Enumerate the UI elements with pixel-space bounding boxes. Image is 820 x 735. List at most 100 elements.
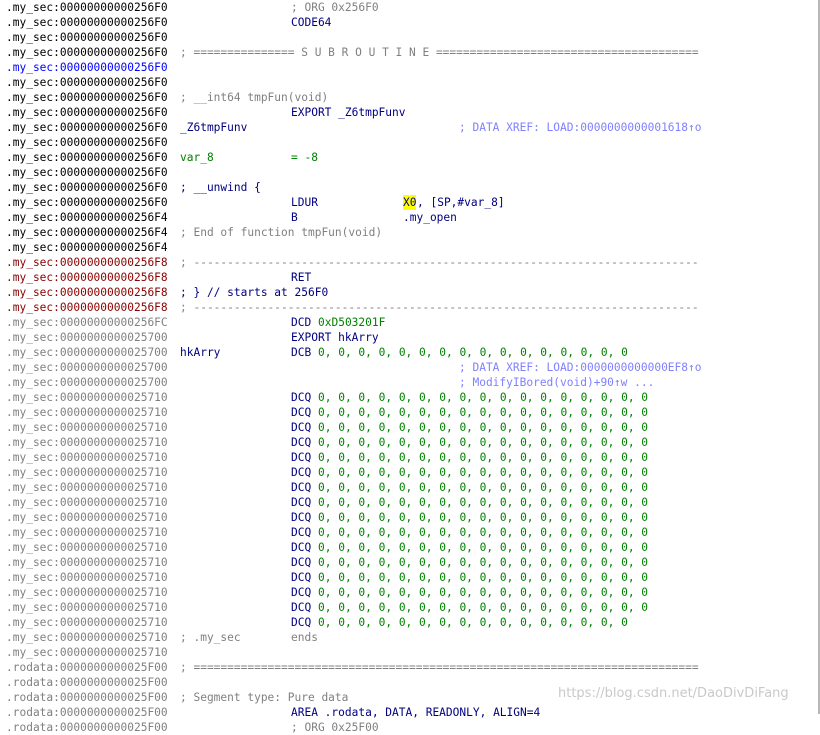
line-address[interactable]: .my_sec:0000000000025710 bbox=[6, 390, 168, 405]
line-address[interactable]: .my_sec:00000000000256F0 bbox=[6, 30, 168, 45]
listing-line[interactable]: .rodata:0000000000025F00 AREA .rodata, DA… bbox=[0, 705, 818, 720]
listing-line[interactable]: .my_sec:00000000000256F0 bbox=[0, 30, 818, 45]
line-token[interactable]: DCQ bbox=[291, 540, 318, 555]
listing-line[interactable]: .my_sec:00000000000256F0 LDUR X0, [SP,#var… bbox=[0, 195, 818, 210]
listing-line[interactable]: .my_sec:0000000000025710 bbox=[0, 645, 818, 660]
line-token[interactable]: DCQ bbox=[291, 405, 318, 420]
line-address[interactable]: .my_sec:0000000000025710 bbox=[6, 495, 168, 510]
line-token[interactable]: DCQ bbox=[291, 510, 318, 525]
line-token[interactable]: ; ModifyIBored(void)+90↑w ... bbox=[459, 375, 654, 390]
listing-line[interactable]: .my_sec:0000000000025710 DCQ 0, 0, 0, 0, … bbox=[0, 465, 818, 480]
listing-line[interactable]: .my_sec:0000000000025710 DCQ 0, 0, 0, 0, … bbox=[0, 450, 818, 465]
line-address[interactable]: .rodata:0000000000025F00 bbox=[6, 660, 168, 675]
line-address[interactable]: .my_sec:0000000000025710 bbox=[6, 645, 168, 660]
listing-line[interactable]: .my_sec:0000000000025710 DCQ 0, 0, 0, 0, … bbox=[0, 540, 818, 555]
line-token[interactable]: 0, 0, 0, 0, 0, 0, 0, 0, 0, 0, 0, 0, 0, 0… bbox=[318, 465, 648, 480]
line-token[interactable]: DCQ bbox=[291, 495, 318, 510]
line-token[interactable]: LDUR bbox=[291, 195, 318, 210]
line-address[interactable]: .my_sec:0000000000025710 bbox=[6, 405, 168, 420]
line-address[interactable]: .my_sec:00000000000256F0 bbox=[6, 180, 168, 195]
listing-line[interactable]: .my_sec:0000000000025710 DCQ 0, 0, 0, 0, … bbox=[0, 525, 818, 540]
line-token[interactable]: 0, 0, 0, 0, 0, 0, 0, 0, 0, 0, 0, 0, 0, 0… bbox=[318, 450, 648, 465]
line-token[interactable]: DCQ bbox=[291, 570, 318, 585]
line-token[interactable]: 0, 0, 0, 0, 0, 0, 0, 0, 0, 0, 0, 0, 0, 0… bbox=[318, 555, 648, 570]
line-token[interactable]: 0, 0, 0, 0, 0, 0, 0, 0, 0, 0, 0, 0, 0, 0… bbox=[318, 600, 648, 615]
line-address[interactable]: .rodata:0000000000025F00 bbox=[6, 675, 168, 690]
line-token[interactable]: 0, 0, 0, 0, 0, 0, 0, 0, 0, 0, 0, 0, 0, 0… bbox=[318, 390, 648, 405]
line-token[interactable]: 0, 0, 0, 0, 0, 0, 0, 0, 0, 0, 0, 0, 0, 0… bbox=[318, 525, 648, 540]
line-token[interactable]: B bbox=[291, 210, 298, 225]
line-address[interactable]: .my_sec:00000000000256F4 bbox=[6, 210, 168, 225]
line-token[interactable]: ; __int64 tmpFun(void) bbox=[180, 90, 328, 105]
listing-line[interactable]: .my_sec:00000000000256FC DCD 0xD503201F bbox=[0, 315, 818, 330]
listing-line[interactable]: .my_sec:0000000000025710 ; .my_sec ends bbox=[0, 630, 818, 645]
listing-line[interactable]: .my_sec:0000000000025700 EXPORT hkArry bbox=[0, 330, 818, 345]
listing-line[interactable]: .my_sec:00000000000256F0 ; ==============… bbox=[0, 45, 818, 60]
line-address[interactable]: .my_sec:00000000000256F8 bbox=[6, 270, 168, 285]
listing-line[interactable]: .my_sec:0000000000025710 DCQ 0, 0, 0, 0, … bbox=[0, 420, 818, 435]
line-token[interactable]: DCQ bbox=[291, 480, 318, 495]
listing-line[interactable]: .my_sec:00000000000256F8 ; --------------… bbox=[0, 300, 818, 315]
line-address[interactable]: .my_sec:00000000000256F0 bbox=[6, 15, 168, 30]
line-token[interactable]: ends bbox=[291, 630, 318, 645]
line-address[interactable]: .my_sec:00000000000256FC bbox=[6, 315, 168, 330]
line-address[interactable]: .my_sec:00000000000256F0 bbox=[6, 120, 168, 135]
line-token[interactable]: 0, 0, 0, 0, 0, 0, 0, 0, 0, 0, 0, 0, 0, 0… bbox=[318, 510, 648, 525]
line-address[interactable]: .my_sec:00000000000256F0 bbox=[6, 45, 168, 60]
line-address[interactable]: .rodata:0000000000025F00 bbox=[6, 705, 168, 720]
line-address[interactable]: .my_sec:00000000000256F0 bbox=[6, 60, 168, 75]
line-token[interactable]: DCQ bbox=[291, 450, 318, 465]
line-address[interactable]: .my_sec:0000000000025710 bbox=[6, 540, 168, 555]
line-address[interactable]: .my_sec:0000000000025700 bbox=[6, 345, 168, 360]
listing-line[interactable]: .my_sec:00000000000256F8 ; } // starts at… bbox=[0, 285, 818, 300]
line-address[interactable]: .my_sec:00000000000256F8 bbox=[6, 285, 168, 300]
line-token[interactable]: 0, 0, 0, 0, 0, 0, 0, 0, 0, 0, 0, 0, 0, 0… bbox=[318, 570, 648, 585]
line-token[interactable]: 0, 0, 0, 0, 0, 0, 0, 0, 0, 0, 0, 0, 0, 0… bbox=[318, 345, 628, 360]
line-address[interactable]: .my_sec:00000000000256F0 bbox=[6, 150, 168, 165]
listing-line[interactable]: .my_sec:00000000000256F0 _Z6tmpFunv ; DATA… bbox=[0, 120, 818, 135]
line-address[interactable]: .my_sec:0000000000025710 bbox=[6, 450, 168, 465]
line-token[interactable]: DCQ bbox=[291, 390, 318, 405]
line-token[interactable]: DCQ bbox=[291, 555, 318, 570]
line-token[interactable]: ; --------------------------------------… bbox=[180, 255, 699, 270]
listing-line[interactable]: .my_sec:00000000000256F4 bbox=[0, 240, 818, 255]
line-token[interactable]: 0, 0, 0, 0, 0, 0, 0, 0, 0, 0, 0, 0, 0, 0… bbox=[318, 405, 648, 420]
line-token[interactable]: ; DATA XREF: LOAD:0000000000001618↑o bbox=[459, 120, 701, 135]
line-token[interactable]: 0, 0, 0, 0, 0, 0, 0, 0, 0, 0, 0, 0, 0, 0… bbox=[318, 585, 648, 600]
listing-line[interactable]: .my_sec:00000000000256F4 B .my_open bbox=[0, 210, 818, 225]
listing-line[interactable]: .my_sec:00000000000256F0 bbox=[0, 135, 818, 150]
line-address[interactable]: .my_sec:0000000000025710 bbox=[6, 510, 168, 525]
line-address[interactable]: .my_sec:0000000000025710 bbox=[6, 420, 168, 435]
line-token[interactable]: CODE64 bbox=[291, 15, 331, 30]
line-token[interactable]: ; ORG 0x25F00 bbox=[291, 720, 379, 735]
line-token[interactable]: 0, 0, 0, 0, 0, 0, 0, 0, 0, 0, 0, 0, 0, 0… bbox=[318, 615, 628, 630]
line-token[interactable]: ; DATA XREF: LOAD:0000000000000EF8↑o bbox=[459, 360, 701, 375]
listing-line[interactable]: .my_sec:0000000000025710 DCQ 0, 0, 0, 0, … bbox=[0, 510, 818, 525]
line-token[interactable]: 0, 0, 0, 0, 0, 0, 0, 0, 0, 0, 0, 0, 0, 0… bbox=[318, 495, 648, 510]
line-address[interactable]: .my_sec:0000000000025710 bbox=[6, 585, 168, 600]
line-token[interactable]: , [SP,#var_8] bbox=[417, 195, 505, 210]
listing-line[interactable]: .rodata:0000000000025F00 ; ORG 0x25F00 bbox=[0, 720, 818, 735]
listing-line[interactable]: .my_sec:0000000000025700 ; DATA XREF: LOA… bbox=[0, 360, 818, 375]
line-address[interactable]: .my_sec:0000000000025710 bbox=[6, 555, 168, 570]
line-address[interactable]: .rodata:0000000000025F00 bbox=[6, 690, 168, 705]
line-address[interactable]: .my_sec:0000000000025710 bbox=[6, 435, 168, 450]
line-address[interactable]: .my_sec:00000000000256F0 bbox=[6, 0, 168, 15]
listing-line[interactable]: .my_sec:0000000000025710 DCQ 0, 0, 0, 0, … bbox=[0, 555, 818, 570]
line-token[interactable]: = -8 bbox=[291, 150, 318, 165]
line-address[interactable]: .my_sec:0000000000025710 bbox=[6, 600, 168, 615]
line-token[interactable]: DCQ bbox=[291, 465, 318, 480]
line-token[interactable]: 0, 0, 0, 0, 0, 0, 0, 0, 0, 0, 0, 0, 0, 0… bbox=[318, 420, 648, 435]
line-token[interactable]: DCQ bbox=[291, 435, 318, 450]
listing-line[interactable]: .my_sec:00000000000256F0 ; __int64 tmpFun… bbox=[0, 90, 818, 105]
disassembly-listing[interactable]: .my_sec:00000000000256F0; ORG 0x256F0 .my… bbox=[0, 0, 818, 734]
line-token[interactable]: .my_open bbox=[403, 210, 457, 225]
listing-line[interactable]: .my_sec:0000000000025710 DCQ 0, 0, 0, 0, … bbox=[0, 480, 818, 495]
line-address[interactable]: .rodata:0000000000025F00 bbox=[6, 720, 168, 735]
line-token[interactable]: DCD bbox=[291, 315, 318, 330]
listing-line[interactable]: .my_sec:0000000000025710 DCQ 0, 0, 0, 0, … bbox=[0, 585, 818, 600]
listing-line[interactable]: .rodata:0000000000025F00 ; ==============… bbox=[0, 660, 818, 675]
line-address[interactable]: .my_sec:00000000000256F8 bbox=[6, 300, 168, 315]
line-address[interactable]: .my_sec:0000000000025710 bbox=[6, 525, 168, 540]
line-address[interactable]: .my_sec:0000000000025710 bbox=[6, 465, 168, 480]
